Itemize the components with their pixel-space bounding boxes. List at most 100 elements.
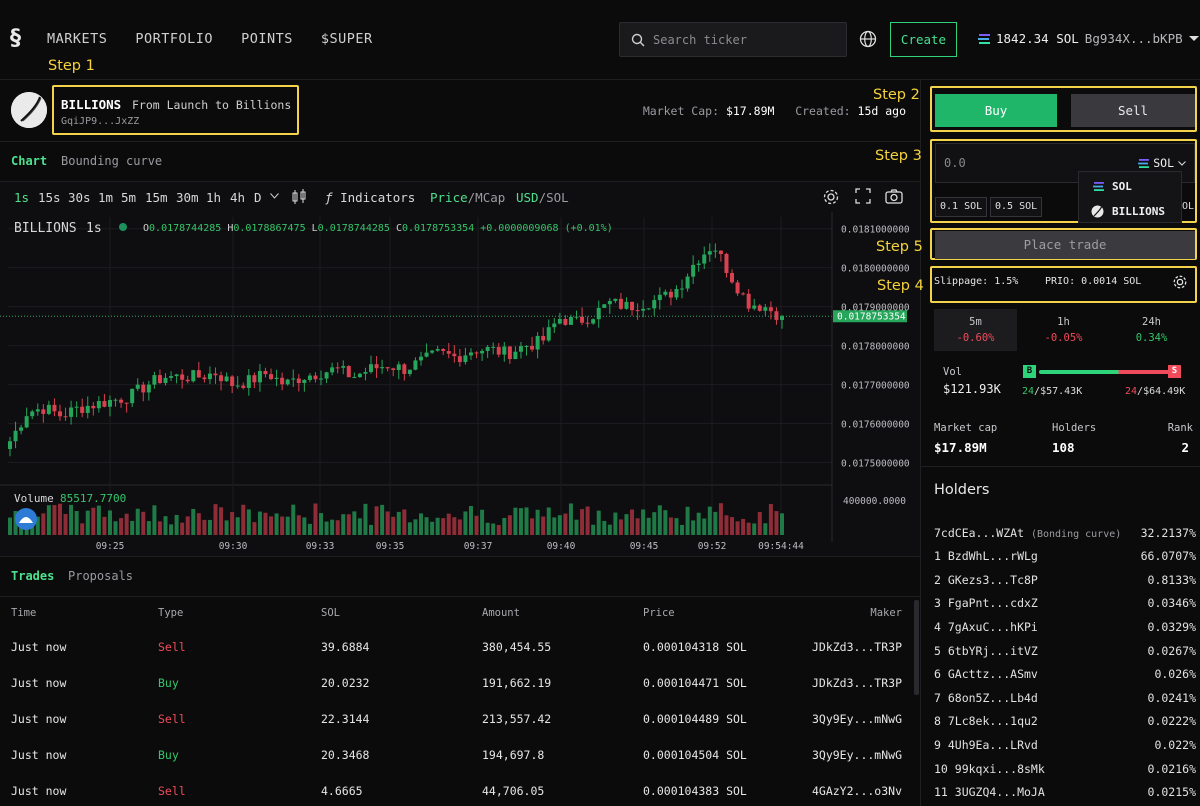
slippage-setting[interactable]: Slippage: 1.5% bbox=[934, 276, 1018, 287]
candle-body bbox=[8, 441, 12, 450]
token-info-box[interactable]: BILLIONS From Launch to Billions GqiJP9.… bbox=[52, 85, 299, 135]
timeframe-4h[interactable]: 4h bbox=[230, 190, 245, 205]
nav-portfolio[interactable]: PORTFOLIO bbox=[135, 31, 213, 47]
list-item[interactable]: 6 GActtz...ASmv 0.026% bbox=[934, 667, 1196, 681]
timeframe-30m[interactable]: 30m bbox=[176, 190, 199, 205]
candle-body bbox=[230, 376, 235, 387]
table-row[interactable]: Just now Sell 22.3144 213,557.42 0.00010… bbox=[0, 702, 914, 738]
period-1h[interactable]: 1h -0.05% bbox=[1022, 309, 1105, 351]
candlestick-chart[interactable]: 0.0178753354 0.01810000000.01800000000.0… bbox=[0, 212, 920, 557]
place-trade-button[interactable]: Place trade bbox=[935, 231, 1195, 259]
list-item[interactable]: 8 7Lc8ek...1qu2 0.0222% bbox=[934, 714, 1196, 728]
period-24h[interactable]: 24h 0.34% bbox=[1110, 309, 1193, 351]
timeframe-1m[interactable]: 1m bbox=[98, 190, 113, 205]
camera-icon[interactable] bbox=[885, 188, 903, 204]
create-button[interactable]: Create bbox=[890, 22, 957, 57]
timeframe-1s[interactable]: 1s bbox=[14, 190, 29, 205]
table-row[interactable]: Just now Buy 20.3468 194,697.8 0.0001045… bbox=[0, 738, 914, 774]
candle-body bbox=[74, 406, 79, 408]
candle-body bbox=[463, 355, 468, 363]
nav-super[interactable]: $SUPER bbox=[321, 31, 373, 47]
volume-bar bbox=[246, 509, 251, 535]
amount-input[interactable] bbox=[944, 156, 1094, 170]
timeframe-30s[interactable]: 30s bbox=[68, 190, 91, 205]
gear-icon[interactable] bbox=[822, 188, 840, 206]
tab-trades[interactable]: Trades bbox=[11, 569, 54, 583]
candle-body bbox=[557, 318, 562, 324]
list-item[interactable]: 9 4Uh9Ea...LRvd 0.022% bbox=[934, 738, 1196, 752]
fullscreen-icon[interactable] bbox=[855, 188, 871, 204]
volume-value: 85517.7700 bbox=[60, 492, 126, 505]
list-item[interactable]: 2 GKezs3...Tc8P 0.8133% bbox=[934, 573, 1196, 587]
indicators-button[interactable]: ƒ Indicators bbox=[325, 190, 415, 205]
list-item[interactable]: 4 7gAxuC...hKPi 0.0329% bbox=[934, 620, 1196, 634]
timeframe-1h[interactable]: 1h bbox=[206, 190, 221, 205]
trade-price: 0.000104471 SOL bbox=[643, 676, 747, 690]
list-item[interactable]: 5 6tbYRj...itVZ 0.0267% bbox=[934, 644, 1196, 658]
currency-toggle[interactable]: USD/SOL bbox=[516, 190, 569, 205]
candle-body bbox=[113, 399, 118, 401]
price-mcap-toggle[interactable]: Price/MCap bbox=[430, 190, 505, 205]
tab-proposals[interactable]: Proposals bbox=[68, 569, 133, 583]
volume-bar bbox=[552, 517, 557, 535]
x-tick-label: 09:37 bbox=[464, 541, 493, 552]
quick-amount-0-1[interactable]: 0.1 SOL bbox=[935, 197, 988, 217]
trade-maker[interactable]: 4GAzY2...o3Nv bbox=[812, 784, 902, 798]
volume-bar bbox=[257, 511, 262, 535]
trades-scrollbar[interactable] bbox=[914, 600, 919, 695]
chevron-down-icon[interactable] bbox=[270, 193, 279, 199]
candle-body bbox=[274, 377, 279, 380]
trade-maker[interactable]: 3Qy9Ey...mNwG bbox=[812, 748, 902, 762]
timeframe-5m[interactable]: 5m bbox=[121, 190, 136, 205]
search-input[interactable] bbox=[653, 31, 838, 49]
tab-chart[interactable]: Chart bbox=[11, 154, 47, 168]
globe-icon[interactable] bbox=[859, 30, 877, 48]
candle-body bbox=[696, 263, 701, 265]
timeframe-1d[interactable]: D bbox=[254, 190, 262, 205]
list-item[interactable]: 3 FgaPnt...cdxZ 0.0346% bbox=[934, 596, 1196, 610]
table-row[interactable]: Just now Sell 4.6665 44,706.05 0.0001043… bbox=[0, 774, 914, 806]
trade-time: Just now bbox=[11, 784, 67, 798]
volume-bar bbox=[346, 514, 351, 535]
sell-tab-button[interactable]: Sell bbox=[1071, 94, 1195, 127]
trade-maker[interactable]: 3Qy9Ey...mNwG bbox=[812, 712, 902, 726]
period-5m[interactable]: 5m -0.60% bbox=[934, 309, 1017, 351]
timeframe-15s[interactable]: 15s bbox=[38, 190, 61, 205]
nav-markets[interactable]: MARKETS bbox=[47, 31, 107, 47]
tab-bonding-curve[interactable]: Bounding curve bbox=[61, 154, 162, 168]
list-item[interactable]: 7 68on5Z...Lb4d 0.0241% bbox=[934, 691, 1196, 705]
app-logo[interactable]: § bbox=[10, 26, 21, 51]
gear-icon[interactable] bbox=[1172, 274, 1188, 290]
volume-bar bbox=[174, 514, 179, 535]
nav-points[interactable]: POINTS bbox=[241, 31, 293, 47]
list-item[interactable]: 11 3UGZQ4...MoJA 0.0215% bbox=[934, 785, 1196, 799]
trade-sol: 22.3144 bbox=[321, 712, 370, 726]
volume-bar bbox=[263, 512, 268, 535]
priority-fee[interactable]: PRIO: 0.0014 SOL bbox=[1045, 276, 1141, 287]
trade-maker[interactable]: JDkZd3...TR3P bbox=[812, 676, 902, 690]
candle-type-icon[interactable] bbox=[291, 188, 307, 206]
quick-amount-0-5[interactable]: 0.5 SOL bbox=[990, 197, 1043, 217]
dropdown-option-billions[interactable]: BILLIONS bbox=[1091, 205, 1165, 218]
volume-bar bbox=[474, 515, 479, 535]
unit-selector[interactable]: SOL bbox=[1138, 156, 1186, 170]
volume-bar bbox=[452, 517, 457, 535]
timeframe-15m[interactable]: 15m bbox=[145, 190, 168, 205]
volume-bar bbox=[480, 509, 485, 535]
volume-bar bbox=[274, 513, 279, 535]
wallet-menu[interactable]: 1842.34 SOL Bg934X...bKPB bbox=[978, 31, 1199, 46]
list-item[interactable]: 10 99kqxi...8sMk 0.0216% bbox=[934, 762, 1196, 776]
volume-bar bbox=[113, 521, 118, 535]
table-row[interactable]: Just now Sell 39.6884 380,454.55 0.00010… bbox=[0, 630, 914, 666]
table-row[interactable]: Just now Buy 20.0232 191,662.19 0.000104… bbox=[0, 666, 914, 702]
trade-price: 0.000104318 SOL bbox=[643, 640, 747, 654]
dropdown-option-sol[interactable]: SOL bbox=[1093, 180, 1132, 193]
trade-maker[interactable]: JDkZd3...TR3P bbox=[812, 640, 902, 654]
buy-tab-button[interactable]: Buy bbox=[935, 94, 1057, 127]
token-contract[interactable]: GqiJP9...JxZZ bbox=[61, 116, 139, 127]
list-item[interactable]: 1 BzdWhL...rWLg 66.0707% bbox=[934, 549, 1196, 563]
search-box[interactable] bbox=[619, 22, 847, 57]
market-cap-value: $17.89M bbox=[725, 104, 775, 118]
list-item[interactable]: 7cdCEa...WZAt (Bonding curve) 32.2137% bbox=[934, 526, 1196, 540]
candle-body bbox=[96, 401, 101, 409]
